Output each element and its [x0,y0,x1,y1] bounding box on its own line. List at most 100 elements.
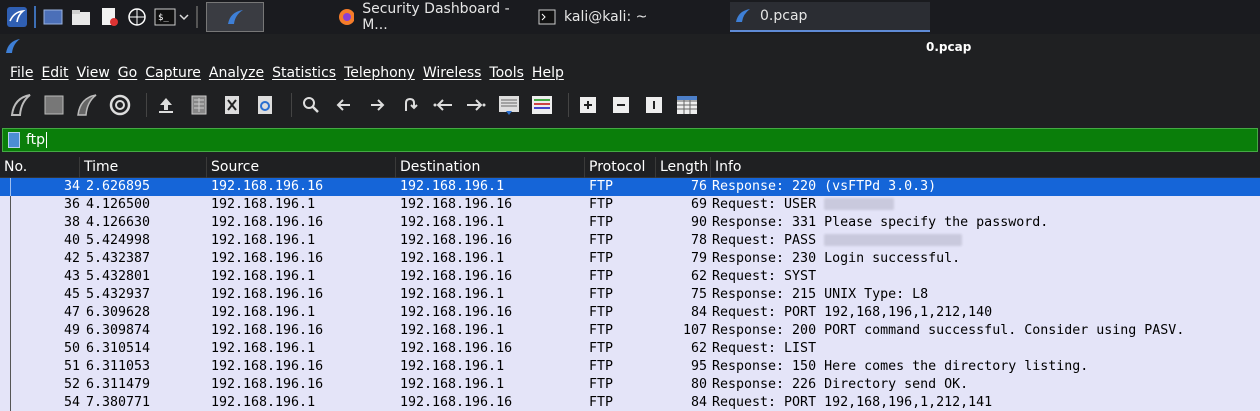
table-row[interactable]: 38 4.126630 192.168.196.16 192.168.196.1 FTP… [0,214,1260,232]
go-to-packet-button[interactable] [397,92,423,118]
menu-capture[interactable]: Capture [145,65,201,81]
cell-no-text: 51 [63,359,80,374]
table-row[interactable]: 54 7.380771 192.168.196.1 192.168.196.16 FTP… [0,394,1260,411]
column-header-time[interactable]: Time [80,157,207,178]
menu-tools[interactable]: Tools [489,65,524,81]
workspace-wireshark-button[interactable] [206,2,264,32]
cell-no: 34 [0,178,82,196]
cell-time: 4.126500 [82,196,207,214]
menu-view[interactable]: View [77,65,110,81]
column-header-protocol[interactable]: Protocol [585,157,656,178]
table-row[interactable]: 51 6.311053 192.168.196.16 192.168.196.1 FTP… [0,358,1260,376]
menu-telephony[interactable]: Telephony [344,65,415,81]
cell-protocol: FTP [585,340,656,358]
table-row[interactable]: 47 6.309628 192.168.196.1 192.168.196.16 FTP… [0,304,1260,322]
table-row[interactable]: 50 6.310514 192.168.196.1 192.168.196.16 FTP… [0,340,1260,358]
task-security-dashboard[interactable]: Security Dashboard - M... [330,1,530,33]
stop-capture-button[interactable] [41,92,67,118]
display-filter-bar[interactable]: ftp [2,128,1258,152]
task-wireshark[interactable]: 0.pcap [730,2,930,32]
table-row[interactable]: 52 6.311479 192.168.196.16 192.168.196.1 FTP… [0,376,1260,394]
cell-protocol: FTP [585,358,656,376]
column-header-info[interactable]: Info [711,157,1260,178]
reload-file-button[interactable] [252,92,278,118]
zoom-out-button[interactable] [608,92,634,118]
task-terminal[interactable]: kali@kali: ~ [530,2,730,32]
cell-destination: 192.168.196.1 [396,358,585,376]
table-row[interactable]: 40 5.424998 192.168.196.1 192.168.196.16 FTP… [0,232,1260,250]
go-back-button[interactable] [331,92,357,118]
menu-help[interactable]: Help [532,65,564,81]
cell-info: Request: SYST [709,268,1260,286]
column-header-length[interactable]: Length [656,157,711,178]
restart-capture-button[interactable] [74,92,100,118]
cell-protocol: FTP [585,178,656,196]
cell-length: 62 [656,268,709,286]
go-last-packet-button[interactable] [463,92,489,118]
terminal-icon [538,9,556,25]
cell-info: Request: PORT 192,168,196,1,212,140 [709,304,1260,322]
table-row[interactable]: 42 5.432387 192.168.196.16 192.168.196.1 FTP… [0,250,1260,268]
cell-time-text: 5.424998 [86,233,151,248]
cell-protocol-text: FTP [589,305,614,320]
conversation-guide-line [10,394,11,411]
cell-length-text: 90 [690,215,707,230]
capture-options-button[interactable] [107,92,133,118]
table-row[interactable]: 36 4.126500 192.168.196.1 192.168.196.16 FTP… [0,196,1260,214]
conversation-guide-line [10,286,11,304]
zoom-in-button[interactable] [575,92,601,118]
column-header-destination[interactable]: Destination [396,157,585,178]
menu-edit[interactable]: Edit [41,65,68,81]
resize-columns-button[interactable] [674,92,700,118]
table-row[interactable]: 34 2.626895 192.168.196.16 192.168.196.1 FTP… [0,178,1260,196]
cell-info: Response: 150 Here comes the directory l… [709,358,1260,376]
menu-bar: File Edit View Go Capture Analyze Statis… [0,60,1260,86]
toolbar-separator [568,93,569,117]
start-capture-button[interactable] [8,92,34,118]
first-packet-icon [433,99,452,111]
cell-info: Request: USER [709,196,1260,214]
bookmark-icon[interactable] [8,132,20,148]
wireshark-fin-icon [6,39,20,53]
cell-no: 40 [0,232,82,250]
menu-statistics[interactable]: Statistics [272,65,336,81]
table-row[interactable]: 43 5.432801 192.168.196.1 192.168.196.16 FTP… [0,268,1260,286]
go-first-packet-button[interactable] [430,92,456,118]
kali-menu-icon[interactable] [6,6,28,28]
chevron-down-icon[interactable] [178,6,190,28]
text-editor-icon[interactable] [98,6,120,28]
menu-go[interactable]: Go [118,65,137,81]
conversation-guide-line [10,196,11,214]
display-filter-input[interactable]: ftp [26,132,45,148]
cell-protocol-text: FTP [589,323,614,338]
column-header-no[interactable]: No. [0,157,80,178]
browser-icon[interactable] [126,6,148,28]
save-file-button[interactable] [186,92,212,118]
column-header-source[interactable]: Source [207,157,396,178]
go-forward-button[interactable] [364,92,390,118]
colorize-button[interactable] [529,92,555,118]
cell-protocol-text: FTP [589,215,614,230]
cell-no: 38 [0,214,82,232]
open-file-button[interactable] [153,92,179,118]
cell-length: 62 [656,340,709,358]
window-titlebar[interactable]: 0.pcap [0,34,1260,60]
restart-fin-icon [77,94,97,116]
jump-arrow-icon [405,97,418,111]
cell-destination: 192.168.196.1 [396,322,585,340]
terminal-icon[interactable]: $_ [154,6,176,28]
packet-list[interactable]: No. Time Source Destination Protocol Len… [0,157,1260,411]
file-manager-icon[interactable] [70,6,92,28]
show-desktop-icon[interactable] [42,6,64,28]
find-packet-button[interactable] [298,92,324,118]
menu-file[interactable]: File [10,65,33,81]
table-row[interactable]: 45 5.432937 192.168.196.16 192.168.196.1 FTP… [0,286,1260,304]
cell-protocol: FTP [585,250,656,268]
menu-analyze[interactable]: Analyze [209,65,264,81]
menu-wireless[interactable]: Wireless [423,65,482,81]
table-row[interactable]: 49 6.309874 192.168.196.16 192.168.196.1 FTP… [0,322,1260,340]
autoscroll-button[interactable] [496,92,522,118]
normal-size-button[interactable] [641,92,667,118]
close-file-button[interactable] [219,92,245,118]
file-grid-icon [191,95,207,115]
